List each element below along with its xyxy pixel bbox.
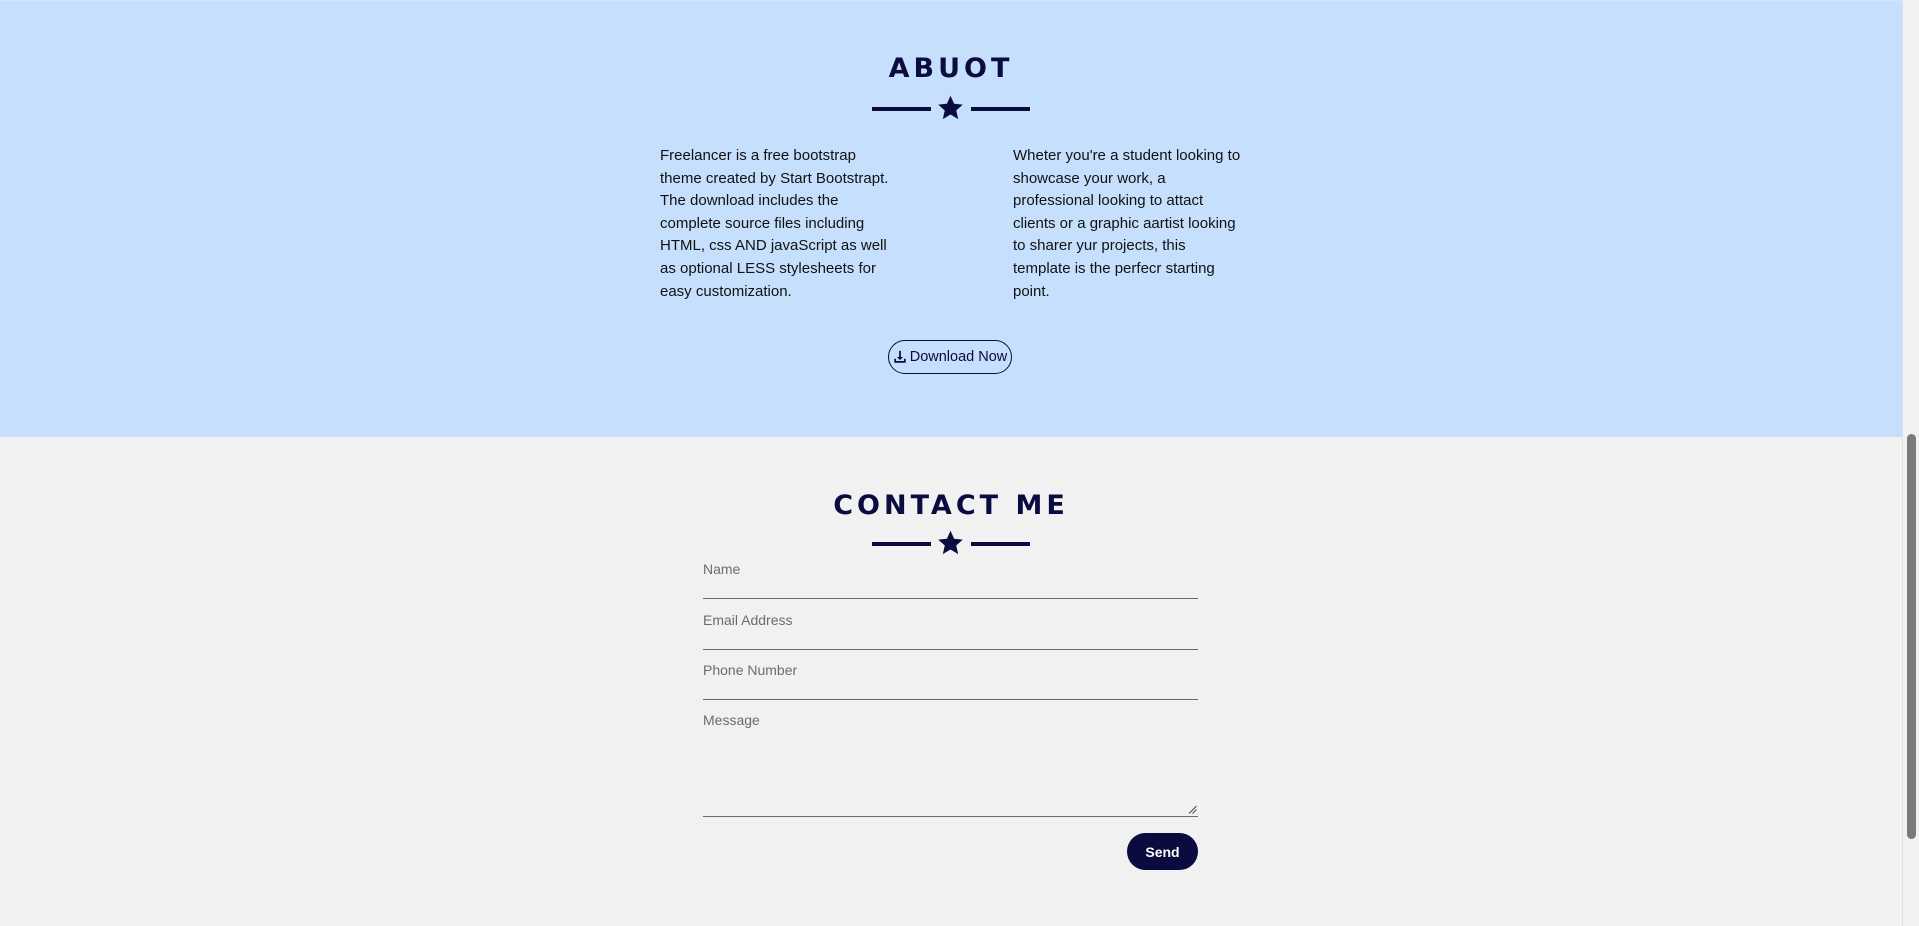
email-field[interactable]: Email Address — [703, 612, 1198, 650]
contact-title: CONTACT ME — [833, 490, 1069, 521]
page: ABUOT Freelancer is a free bootstrap the… — [0, 0, 1919, 926]
about-text-left: Freelancer is a free bootstrap theme cre… — [660, 147, 889, 300]
email-placeholder: Email Address — [703, 612, 793, 628]
about-section: ABUOT Freelancer is a free bootstrap the… — [0, 0, 1902, 438]
message-placeholder: Message — [703, 712, 760, 728]
about-title: ABUOT — [888, 53, 1014, 84]
download-now-button[interactable]: Download Now — [888, 340, 1012, 374]
contact-section: CONTACT ME Name Email Address Phone Numb… — [0, 437, 1902, 926]
scrollbar-thumb[interactable] — [1907, 434, 1916, 839]
contact-divider — [872, 528, 1030, 558]
vertical-scrollbar[interactable] — [1902, 0, 1919, 926]
about-text-right: Wheter you're a student looking to showc… — [1013, 147, 1241, 300]
divider-line-left — [872, 542, 931, 546]
about-divider — [872, 93, 1030, 123]
phone-placeholder: Phone Number — [703, 662, 798, 678]
star-icon — [938, 530, 963, 555]
name-field[interactable]: Name — [703, 561, 1198, 599]
divider-line-left — [872, 107, 931, 111]
divider-line-right — [971, 107, 1030, 111]
star-icon — [938, 95, 963, 120]
message-textarea[interactable]: Message — [703, 712, 1198, 817]
download-icon — [894, 350, 906, 363]
resize-grip-icon[interactable] — [1188, 805, 1197, 814]
phone-field[interactable]: Phone Number — [703, 662, 1198, 700]
name-placeholder: Name — [703, 561, 741, 577]
download-now-label: Download Now — [909, 349, 1008, 365]
divider-line-right — [971, 542, 1030, 546]
send-button[interactable]: Send — [1127, 833, 1198, 870]
